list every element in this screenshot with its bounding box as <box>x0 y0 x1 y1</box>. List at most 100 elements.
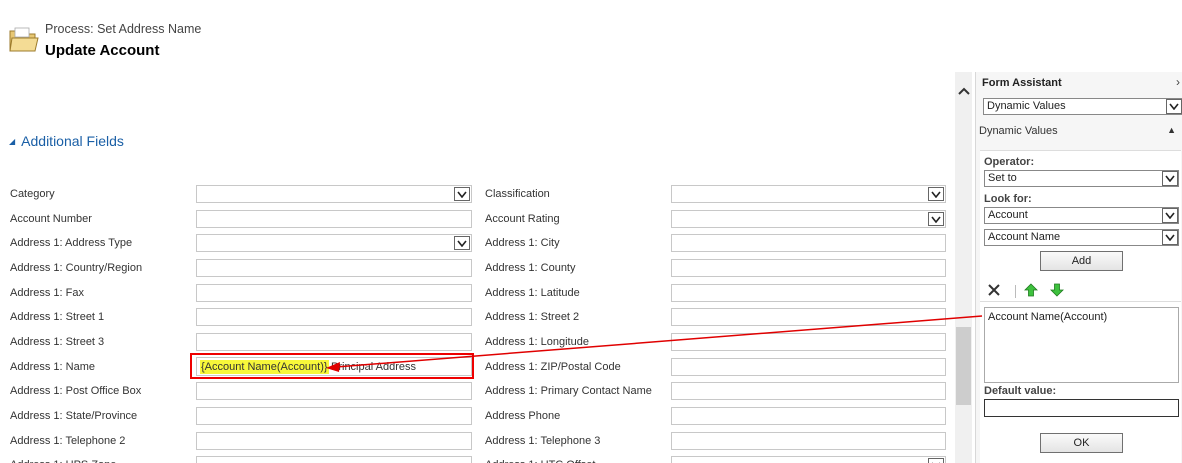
field-label: Address 1: Street 1 <box>10 311 105 323</box>
move-up-arrow-icon[interactable] <box>1024 283 1038 297</box>
select-field[interactable] <box>671 210 946 228</box>
chevron-down-icon[interactable] <box>1162 171 1178 186</box>
additional-fields-form: Category Classification Account Number Acco… <box>0 183 950 463</box>
text-field[interactable] <box>671 284 946 302</box>
text-field[interactable] <box>196 308 472 326</box>
address-name-text: Principal Address <box>331 361 416 373</box>
select-field[interactable] <box>196 234 472 252</box>
text-field[interactable] <box>671 407 946 425</box>
scroll-up-icon[interactable] <box>957 84 970 98</box>
assistant-mode-value: Dynamic Values <box>987 100 1066 112</box>
field-label: Category <box>10 188 55 200</box>
text-field[interactable] <box>671 308 946 326</box>
default-value-input[interactable] <box>984 399 1179 417</box>
select-field[interactable] <box>196 185 472 203</box>
form-row: Address 1: UPS Zone Address 1: UTC Offset <box>0 455 950 463</box>
collapse-up-icon[interactable]: ▲ <box>1167 125 1176 135</box>
form-row: Address 1: Street 3 Address 1: Longitude <box>0 332 950 352</box>
assistant-mode-select[interactable]: Dynamic Values <box>983 98 1182 115</box>
field-label: Account Number <box>10 213 92 225</box>
chevron-down-icon[interactable] <box>928 458 944 463</box>
form-row: Address 1: Telephone 2 Address 1: Telepho… <box>0 431 950 451</box>
text-field[interactable] <box>196 432 472 450</box>
text-field[interactable] <box>671 432 946 450</box>
collapse-triangle-icon: ◢ <box>9 136 16 146</box>
field-label: Address 1: City <box>485 237 560 249</box>
assistant-title: Form Assistant <box>982 77 1062 89</box>
chevron-down-icon[interactable] <box>454 236 470 250</box>
selected-values-list[interactable]: Account Name(Account) <box>984 307 1179 383</box>
form-row: Account Number Account Rating <box>0 209 950 229</box>
toolbar-divider <box>1015 285 1016 298</box>
look-for-field-select[interactable]: Account Name <box>984 229 1179 246</box>
text-field[interactable] <box>196 382 472 400</box>
field-label: Address 1: Primary Contact Name <box>485 385 652 397</box>
chevron-down-icon[interactable] <box>928 212 944 226</box>
field-label: Address 1: Street 2 <box>485 311 580 323</box>
operator-select[interactable]: Set to <box>984 170 1179 187</box>
operator-label: Operator: <box>984 156 1035 168</box>
form-scrollbar[interactable] <box>955 72 972 463</box>
field-label: Address 1: UPS Zone <box>10 459 116 463</box>
chevron-down-icon[interactable] <box>454 187 470 201</box>
operator-value: Set to <box>988 172 1017 184</box>
add-button[interactable]: Add <box>1040 251 1123 271</box>
delete-x-icon[interactable] <box>987 283 1001 297</box>
field-label: Address 1: Telephone 2 <box>10 435 126 447</box>
field-label: Address Phone <box>485 410 561 422</box>
chevron-down-icon[interactable] <box>1162 208 1178 223</box>
form-row: Address 1: Address Type Address 1: City <box>0 233 950 253</box>
selected-value-item[interactable]: Account Name(Account) <box>988 311 1175 323</box>
address-name-input[interactable]: {Account Name(Account)} Principal Addres… <box>196 357 472 376</box>
field-label: Address 1: Post Office Box <box>10 385 142 397</box>
chevron-down-icon[interactable] <box>1166 99 1182 114</box>
section-title: Additional Fields <box>21 133 124 149</box>
select-field[interactable] <box>671 456 946 463</box>
process-label: Process: Set Address Name <box>45 22 202 36</box>
chevron-right-icon[interactable]: › <box>1176 75 1180 89</box>
scroll-thumb[interactable] <box>956 327 971 405</box>
chevron-down-icon[interactable] <box>1162 230 1178 245</box>
values-toolbar <box>984 282 1179 302</box>
text-field[interactable] <box>196 259 472 277</box>
field-label: Address 1: Country/Region <box>10 262 143 274</box>
field-label: Address 1: Address Type <box>10 237 133 249</box>
chevron-down-icon[interactable] <box>928 187 944 201</box>
select-field[interactable] <box>671 185 946 203</box>
look-for-entity-select[interactable]: Account <box>984 207 1179 224</box>
text-field[interactable] <box>671 333 946 351</box>
dynamic-value-token[interactable]: {Account Name(Account)} <box>200 360 329 374</box>
field-label: Address 1: Fax <box>10 287 84 299</box>
look-for-label: Look for: <box>984 193 1032 205</box>
field-label: Address 1: ZIP/Postal Code <box>485 361 621 373</box>
text-field[interactable] <box>671 234 946 252</box>
field-label: Address 1: Latitude <box>485 287 580 299</box>
text-field[interactable] <box>196 407 472 425</box>
look-for-entity-value: Account <box>988 209 1028 221</box>
text-field[interactable] <box>196 456 472 463</box>
text-field[interactable] <box>671 382 946 400</box>
field-label: Address 1: Telephone 3 <box>485 435 601 447</box>
move-down-arrow-icon[interactable] <box>1050 283 1064 297</box>
text-field[interactable] <box>671 358 946 376</box>
field-label: Address 1: UTC Offset <box>485 459 595 463</box>
look-for-field-value: Account Name <box>988 231 1061 243</box>
ok-button[interactable]: OK <box>1040 433 1123 453</box>
form-assistant-panel: Form Assistant › Dynamic Values Dynamic … <box>975 72 1182 463</box>
field-label: Address 1: State/Province <box>10 410 138 422</box>
text-field[interactable] <box>196 210 472 228</box>
field-label: Account Rating <box>485 213 560 225</box>
text-field[interactable] <box>196 333 472 351</box>
field-label: Classification <box>485 188 550 200</box>
form-row: Address 1: Post Office Box Address 1: Pri… <box>0 381 950 401</box>
form-row: Address 1: Fax Address 1: Latitude <box>0 283 950 303</box>
text-field[interactable] <box>671 259 946 277</box>
field-label: Address 1: Longitude <box>485 336 589 348</box>
page-title: Update Account <box>45 42 160 59</box>
folder-icon <box>9 27 39 52</box>
process-header: Process: Set Address Name Update Account <box>0 0 950 70</box>
default-value-label: Default value: <box>984 385 1057 397</box>
text-field[interactable] <box>196 284 472 302</box>
section-toggle-additional-fields[interactable]: ◢ Additional Fields <box>9 133 124 149</box>
form-row: Address 1: State/Province Address Phone <box>0 406 950 426</box>
